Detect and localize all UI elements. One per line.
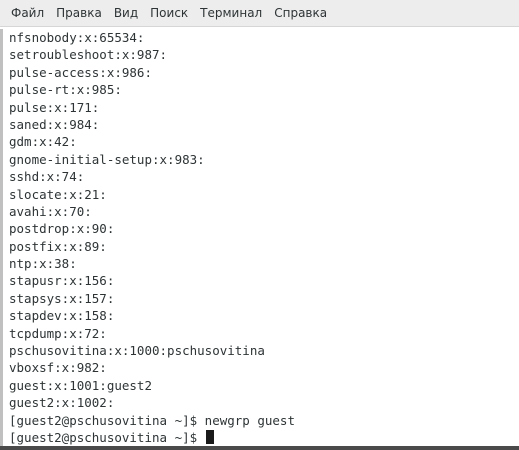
window-bottom-edge (0, 446, 519, 450)
terminal-line: [guest2@pschusovitina ~]$ newgrp guest (9, 412, 295, 428)
terminal-line: saned:x:984: (9, 116, 100, 132)
terminal-line: gdm:x:42: (9, 134, 77, 150)
terminal-line: avahi:x:70: (9, 203, 92, 219)
menu-search[interactable]: Поиск (144, 0, 194, 27)
terminal-line: nfsnobody:x:65534: (9, 30, 145, 45)
terminal-line: postfix:x:89: (9, 238, 107, 254)
terminal-line: gnome-initial-setup:x:983: (9, 151, 205, 167)
terminal-line: setroubleshoot:x:987: (9, 47, 168, 63)
terminal-line: slocate:x:21: (9, 186, 107, 202)
terminal-line: vboxsf:x:982: (9, 360, 107, 376)
terminal-line: pschusovitina:x:1000:pschusovitina (9, 343, 265, 359)
terminal-line: tcpdump:x:72: (9, 325, 107, 341)
menu-file[interactable]: Файл (5, 0, 50, 27)
terminal-line: postdrop:x:90: (9, 221, 115, 237)
terminal-line: pulse-access:x:986: (9, 64, 152, 80)
text-cursor (205, 429, 214, 444)
terminal-line: pulse:x:171: (9, 99, 100, 115)
menu-help[interactable]: Справка (268, 0, 333, 27)
terminal-line: stapsys:x:157: (9, 290, 115, 306)
terminal-line: stapusr:x:156: (9, 273, 115, 289)
terminal-prompt-line[interactable]: [guest2@pschusovitina ~]$ (9, 429, 510, 446)
menu-bar: Файл Правка Вид Поиск Терминал Справка (0, 0, 519, 27)
terminal-line: stapdev:x:158: (9, 308, 115, 324)
terminal-line: guest2:x:1002: (9, 395, 115, 411)
terminal-line: ntp:x:38: (9, 256, 77, 272)
terminal-line: pulse-rt:x:985: (9, 82, 122, 98)
menu-view[interactable]: Вид (108, 0, 144, 27)
shell-prompt: [guest2@pschusovitina ~]$ (9, 429, 205, 445)
terminal-window: Файл Правка Вид Поиск Терминал Справка n… (0, 0, 519, 450)
terminal-output[interactable]: nfsnobody:x:65534: setroubleshoot:x:987:… (0, 29, 510, 447)
terminal-scrollbar[interactable] (510, 27, 519, 450)
menu-edit[interactable]: Правка (50, 0, 108, 27)
menu-terminal[interactable]: Терминал (194, 0, 268, 27)
terminal-line: guest:x:1001:guest2 (9, 377, 152, 393)
terminal-line: sshd:x:74: (9, 169, 85, 185)
